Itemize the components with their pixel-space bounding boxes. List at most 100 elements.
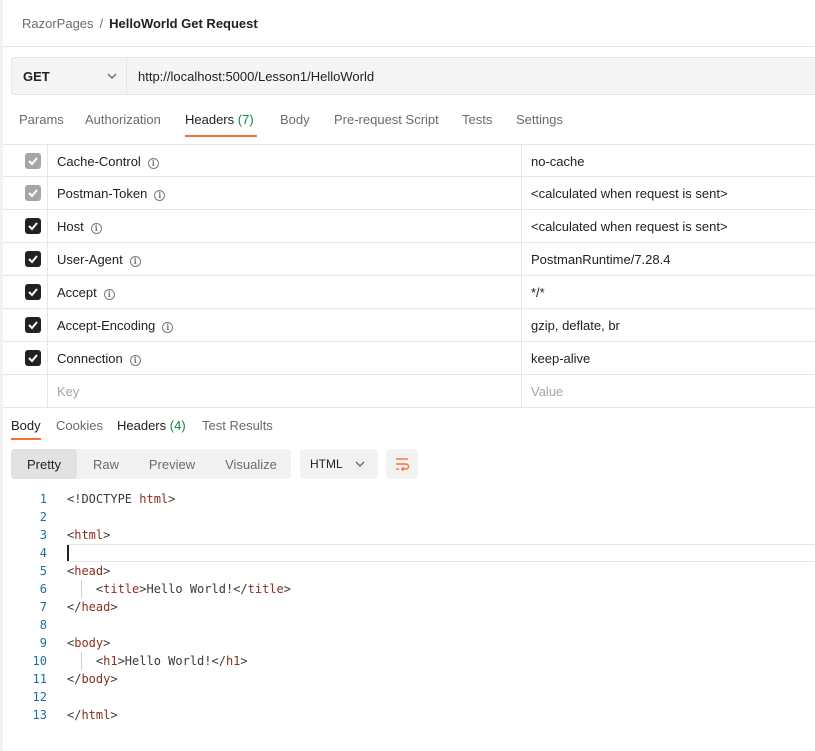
header-value[interactable]: <calculated when request is sent> [531,186,728,201]
response-tab-headers[interactable]: Headers (4) [117,418,186,433]
line-number: 5 [39,564,47,578]
code-line: 8 [11,616,815,634]
header-value[interactable]: no-cache [531,154,584,169]
header-key[interactable]: Connection [57,351,123,366]
request-title[interactable]: HelloWorld Get Request [109,16,258,31]
header-divider [3,46,815,47]
header-key[interactable]: Accept [57,285,97,300]
tab-pre-request-script[interactable]: Pre-request Script [334,112,439,127]
wrap-lines-button[interactable] [386,449,418,479]
header-row: Accept i */* [3,276,815,309]
header-key[interactable]: Postman-Token [57,186,147,201]
header-checkbox[interactable] [25,317,41,333]
method-label: GET [23,68,50,84]
line-number: 4 [39,546,47,560]
info-icon[interactable]: i [162,322,174,333]
new-header-row: Key Value [3,375,815,408]
header-checkbox[interactable] [25,185,41,201]
active-tab-indicator [185,135,257,137]
header-key[interactable]: Host [57,219,84,234]
info-icon[interactable]: i [129,355,141,366]
line-number: 12 [32,690,47,704]
new-header-check-cell [3,375,48,407]
tab-headers[interactable]: Headers (7) [185,112,254,127]
header-key[interactable]: User-Agent [57,252,123,267]
info-icon[interactable]: i [154,190,166,201]
tab-params[interactable]: Params [19,112,64,127]
code-line: 10 <h1>Hello World!</h1> [11,652,815,670]
info-icon[interactable]: i [90,223,102,234]
header-row: Accept-Encoding i gzip, deflate, br [3,309,815,342]
response-tab-body[interactable]: Body [11,418,41,433]
line-number: 7 [39,600,47,614]
check-icon [28,321,38,330]
header-row: Host i <calculated when request is sent> [3,210,815,243]
check-icon [28,157,38,166]
header-key[interactable]: Cache-Control [57,154,141,169]
line-number: 11 [32,672,47,686]
tab-settings[interactable]: Settings [516,112,563,127]
code-text: <html> [67,528,111,542]
response-headers-count: (4) [169,418,186,433]
view-raw-button[interactable]: Raw [83,449,129,479]
header-value[interactable]: gzip, deflate, br [531,318,620,333]
code-line: 13 </html> [11,706,815,724]
code-line: 6 <title>Hello World!</title> [11,580,815,598]
code-text: </html> [67,708,118,722]
code-text: <body> [67,636,111,650]
header-value[interactable]: PostmanRuntime/7.28.4 [531,252,670,267]
view-preview-button[interactable]: Preview [141,449,203,479]
code-line: 2 [11,508,815,526]
breadcrumb-separator: / [99,15,104,31]
code-line: 9 <body> [11,634,815,652]
new-header-key-input[interactable]: Key [57,384,79,399]
url-bar: GET http://localhost:5000/Lesson1/HelloW… [11,57,815,95]
tab-authorization[interactable]: Authorization [85,112,161,127]
header-row: User-Agent i PostmanRuntime/7.28.4 [3,243,815,276]
header-value[interactable]: <calculated when request is sent> [531,219,728,234]
response-tab-test-results[interactable]: Test Results [202,418,273,433]
breadcrumb-collection[interactable]: RazorPages [22,16,94,31]
code-line: 7 </head> [11,598,815,616]
code-text: <h1>Hello World!</h1> [67,654,248,668]
code-text: </head> [67,600,118,614]
new-header-value-input[interactable]: Value [531,384,563,399]
header-value[interactable]: keep-alive [531,351,590,366]
header-checkbox[interactable] [25,153,41,169]
line-number: 9 [39,636,47,650]
text-cursor [67,544,69,562]
code-line-current: 4 [11,544,815,562]
code-line: 12 [11,688,815,706]
tab-body[interactable]: Body [280,112,310,127]
headers-count: (7) [237,112,254,127]
code-text: <head> [67,564,111,578]
code-text: <title>Hello World!</title> [67,582,291,596]
header-value[interactable]: */* [531,285,545,300]
chevron-down-icon[interactable] [107,71,117,81]
active-response-tab-indicator [11,438,41,440]
info-icon[interactable]: i [103,289,115,300]
header-checkbox[interactable] [25,350,41,366]
check-icon [28,288,38,297]
header-checkbox[interactable] [25,284,41,300]
language-label: HTML [310,457,343,471]
response-tab-cookies[interactable]: Cookies [56,418,103,433]
info-icon[interactable]: i [129,256,141,267]
info-icon[interactable]: i [147,158,159,169]
header-checkbox[interactable] [25,218,41,234]
header-checkbox[interactable] [25,251,41,267]
header-key[interactable]: Accept-Encoding [57,318,155,333]
language-select[interactable]: HTML [300,449,378,479]
code-line: 1 <!DOCTYPE html> [11,490,815,508]
header-row: Postman-Token i <calculated when request … [3,177,815,210]
view-pretty-button[interactable]: Pretty [11,449,77,479]
line-number: 6 [39,582,47,596]
headers-table: Cache-Control i no-cache Postman-Token i <… [3,144,815,408]
url-input[interactable]: http://localhost:5000/Lesson1/HelloWorld [138,58,374,94]
code-line: 11 </body> [11,670,815,688]
header-row: Connection i keep-alive [3,342,815,375]
tab-tests[interactable]: Tests [462,112,492,127]
response-body-code[interactable]: 1 <!DOCTYPE html> 2 3 <html> 4 5 <head> 6 <… [11,490,815,724]
view-visualize-button[interactable]: Visualize [215,449,287,479]
header-row: Cache-Control i no-cache [3,144,815,177]
